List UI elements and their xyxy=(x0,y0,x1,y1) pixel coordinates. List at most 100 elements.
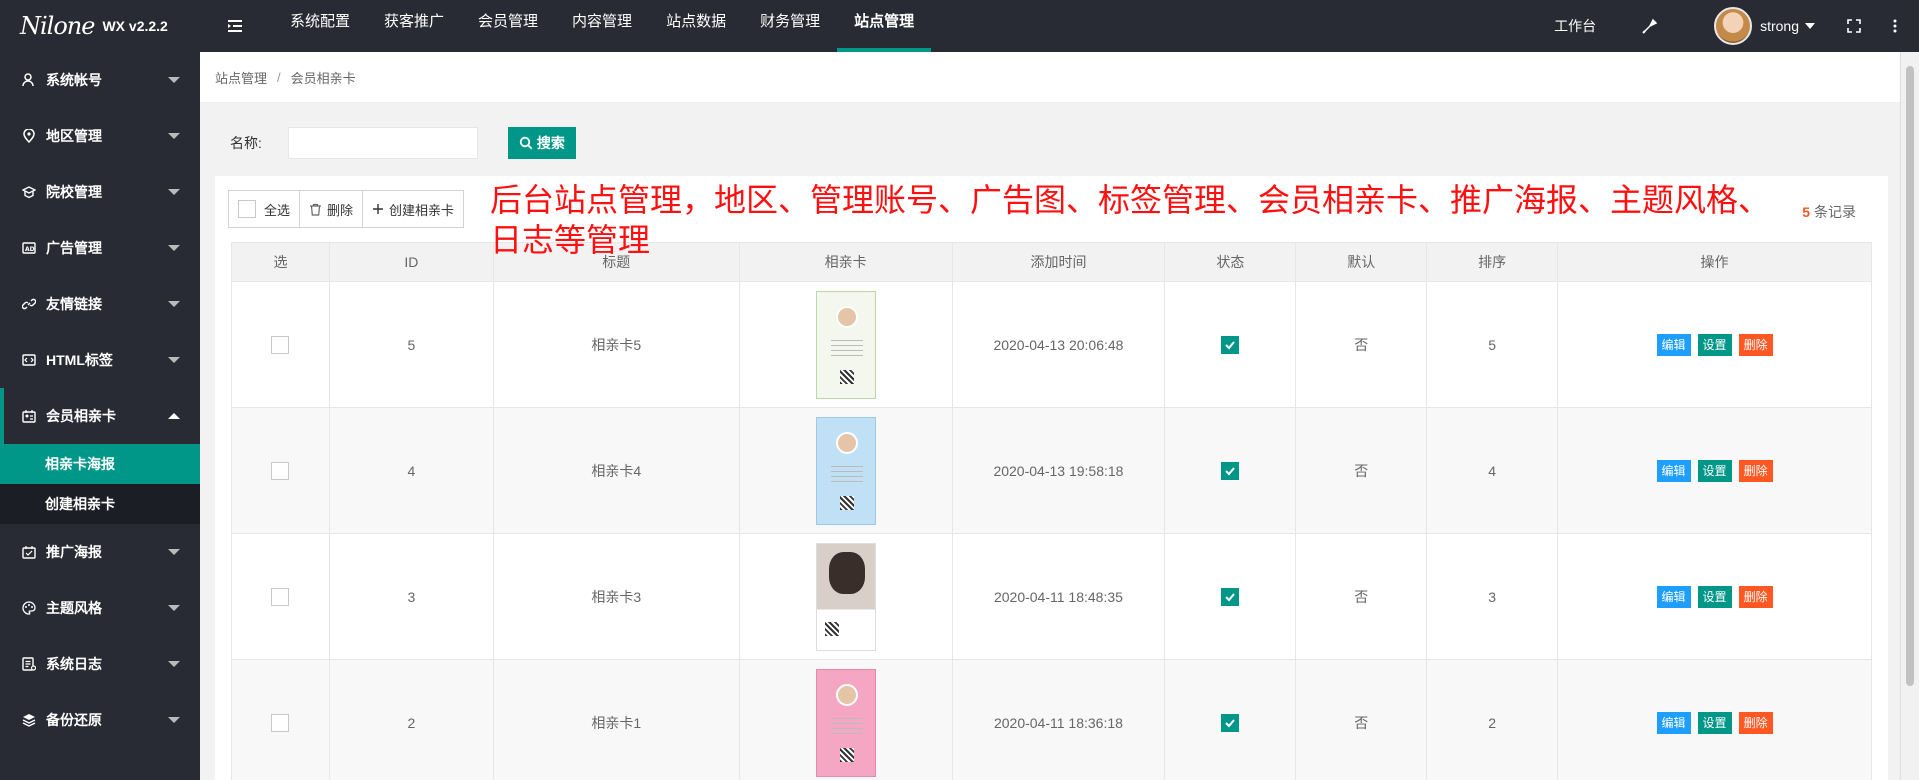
chevron-down-icon xyxy=(168,717,180,723)
row-select-cell xyxy=(231,281,330,408)
sidebar-item-label: 友情链接 xyxy=(46,296,102,312)
menu-toggle-icon[interactable] xyxy=(227,18,243,34)
card-thumbnail[interactable] xyxy=(815,290,876,399)
card-thumbnail[interactable] xyxy=(815,542,876,651)
row-status-cell xyxy=(1164,281,1297,408)
sidebar-subitem-card-posters[interactable]: 相亲卡海报 xyxy=(0,444,200,484)
sidebar-item-label: 系统帐号 xyxy=(46,72,102,88)
tab-content-management[interactable]: 内容管理 xyxy=(555,0,649,52)
chevron-down-icon xyxy=(168,605,180,611)
search-button[interactable]: 搜索 xyxy=(507,127,576,159)
chevron-down-icon xyxy=(168,301,180,307)
card-thumbnail[interactable] xyxy=(815,668,876,777)
select-all-button[interactable]: 全选 xyxy=(229,191,301,227)
delete-row-button[interactable]: 删除 xyxy=(1738,711,1773,734)
more-icon[interactable] xyxy=(1877,0,1919,52)
sidebar-item-links[interactable]: 友情链接 xyxy=(0,276,200,332)
table-row: 3 相亲卡3 2020-04-11 18:48:35 否 3 编辑 设置 删除 xyxy=(231,533,1872,660)
record-count: 5 条记录 xyxy=(1802,202,1856,222)
sidebar-item-label: 广告管理 xyxy=(46,240,102,256)
breadcrumb-current: 会员相亲卡 xyxy=(290,70,356,86)
logo-script: Nilone xyxy=(20,12,95,40)
vertical-scrollbar[interactable] xyxy=(1900,52,1919,780)
row-card-cell xyxy=(738,281,953,408)
settings-button[interactable]: 设置 xyxy=(1697,585,1732,608)
settings-button[interactable]: 设置 xyxy=(1697,711,1732,734)
select-all-checkbox[interactable] xyxy=(238,200,256,218)
chevron-down-icon xyxy=(168,189,180,195)
sidebar-item-backup[interactable]: 备份还原 xyxy=(0,692,200,748)
breadcrumb-parent[interactable]: 站点管理 xyxy=(215,68,267,87)
sidebar-item-regions[interactable]: 地区管理 xyxy=(0,108,200,164)
search-button-label: 搜索 xyxy=(536,135,565,151)
thumb-text-lines xyxy=(830,339,863,360)
data-table: 选 ID 标题 相亲卡 添加时间 状态 默认 排序 操作 5 相亲卡5 2020… xyxy=(231,242,1872,780)
tab-site-data[interactable]: 站点数据 xyxy=(649,0,743,52)
table-row: 5 相亲卡5 2020-04-13 20:06:48 否 5 编辑 设置 删除 xyxy=(231,281,1872,408)
col-select: 选 xyxy=(231,242,330,282)
edit-button[interactable]: 编辑 xyxy=(1656,585,1691,608)
sidebar-item-themes[interactable]: 主题风格 xyxy=(0,580,200,636)
tab-site-management[interactable]: 站点管理 xyxy=(837,0,932,52)
col-id[interactable]: ID xyxy=(328,242,494,282)
app-logo[interactable]: Nilone WX v2.2.2 xyxy=(0,0,200,52)
row-checkbox[interactable] xyxy=(271,461,290,480)
status-checkbox[interactable] xyxy=(1221,335,1240,354)
row-select-cell xyxy=(231,659,330,780)
sidebar-item-accounts[interactable]: 系统帐号 xyxy=(0,52,200,108)
delete-row-button[interactable]: 删除 xyxy=(1738,585,1773,608)
create-card-button[interactable]: 创建相亲卡 xyxy=(363,191,464,227)
tab-system-config[interactable]: 系统配置 xyxy=(273,0,367,52)
fullscreen-icon[interactable] xyxy=(1831,0,1877,52)
delete-button[interactable]: 删除 xyxy=(300,191,364,227)
select-all-label: 全选 xyxy=(264,202,291,218)
row-actions: 编辑 设置 删除 xyxy=(1557,659,1872,780)
theme-icon[interactable] xyxy=(1626,0,1698,52)
search-icon xyxy=(519,136,533,150)
chevron-down-icon xyxy=(168,133,180,139)
row-default: 否 xyxy=(1295,281,1428,408)
app-version: WX v2.2.2 xyxy=(102,18,168,34)
sidebar-item-html-tags[interactable]: HTML标签 xyxy=(0,332,200,388)
delete-row-button[interactable]: 删除 xyxy=(1738,333,1773,356)
workbench-link[interactable]: 工作台 xyxy=(1538,0,1626,52)
edit-button[interactable]: 编辑 xyxy=(1656,333,1691,356)
status-checkbox[interactable] xyxy=(1221,461,1240,480)
edit-button[interactable]: 编辑 xyxy=(1656,459,1691,482)
row-checkbox[interactable] xyxy=(271,335,290,354)
row-checkbox[interactable] xyxy=(271,587,290,606)
tab-member-management[interactable]: 会员管理 xyxy=(461,0,555,52)
sidebar-item-member-cards[interactable]: 会员相亲卡 xyxy=(0,388,200,444)
thumb-text-lines xyxy=(830,717,863,738)
scrollbar-thumb[interactable] xyxy=(1906,66,1914,686)
search-input[interactable] xyxy=(287,127,478,159)
status-checkbox[interactable] xyxy=(1221,587,1240,606)
sidebar-item-logs[interactable]: 系统日志 xyxy=(0,636,200,692)
plus-icon xyxy=(373,204,384,214)
tab-finance[interactable]: 财务管理 xyxy=(743,0,837,52)
settings-button[interactable]: 设置 xyxy=(1697,459,1732,482)
row-status-cell xyxy=(1164,533,1297,660)
row-default: 否 xyxy=(1295,407,1428,534)
sidebar-subitem-create-card[interactable]: 创建相亲卡 xyxy=(0,484,200,524)
calendar-icon xyxy=(20,543,38,561)
link-icon xyxy=(20,295,38,313)
row-title: 相亲卡4 xyxy=(492,407,740,534)
tab-customer-acquisition[interactable]: 获客推广 xyxy=(367,0,461,52)
row-sort: 4 xyxy=(1426,407,1559,534)
user-menu[interactable]: strong xyxy=(1698,0,1831,52)
status-checkbox[interactable] xyxy=(1221,713,1240,732)
table-row: 2 相亲卡1 2020-04-11 18:36:18 否 2 编辑 设置 删除 xyxy=(231,659,1872,780)
sidebar-item-label: 会员相亲卡 xyxy=(46,408,116,424)
sidebar-item-schools[interactable]: 院校管理 xyxy=(0,164,200,220)
sidebar-item-ads[interactable]: AD 广告管理 xyxy=(0,220,200,276)
row-title: 相亲卡5 xyxy=(492,281,740,408)
row-checkbox[interactable] xyxy=(271,713,290,732)
delete-row-button[interactable]: 删除 xyxy=(1738,459,1773,482)
card-thumbnail[interactable] xyxy=(815,416,876,525)
edit-button[interactable]: 编辑 xyxy=(1656,711,1691,734)
settings-button[interactable]: 设置 xyxy=(1697,333,1732,356)
sidebar-item-label: 地区管理 xyxy=(46,128,102,144)
qr-code-icon xyxy=(824,621,839,636)
sidebar-item-posters[interactable]: 推广海报 xyxy=(0,524,200,580)
